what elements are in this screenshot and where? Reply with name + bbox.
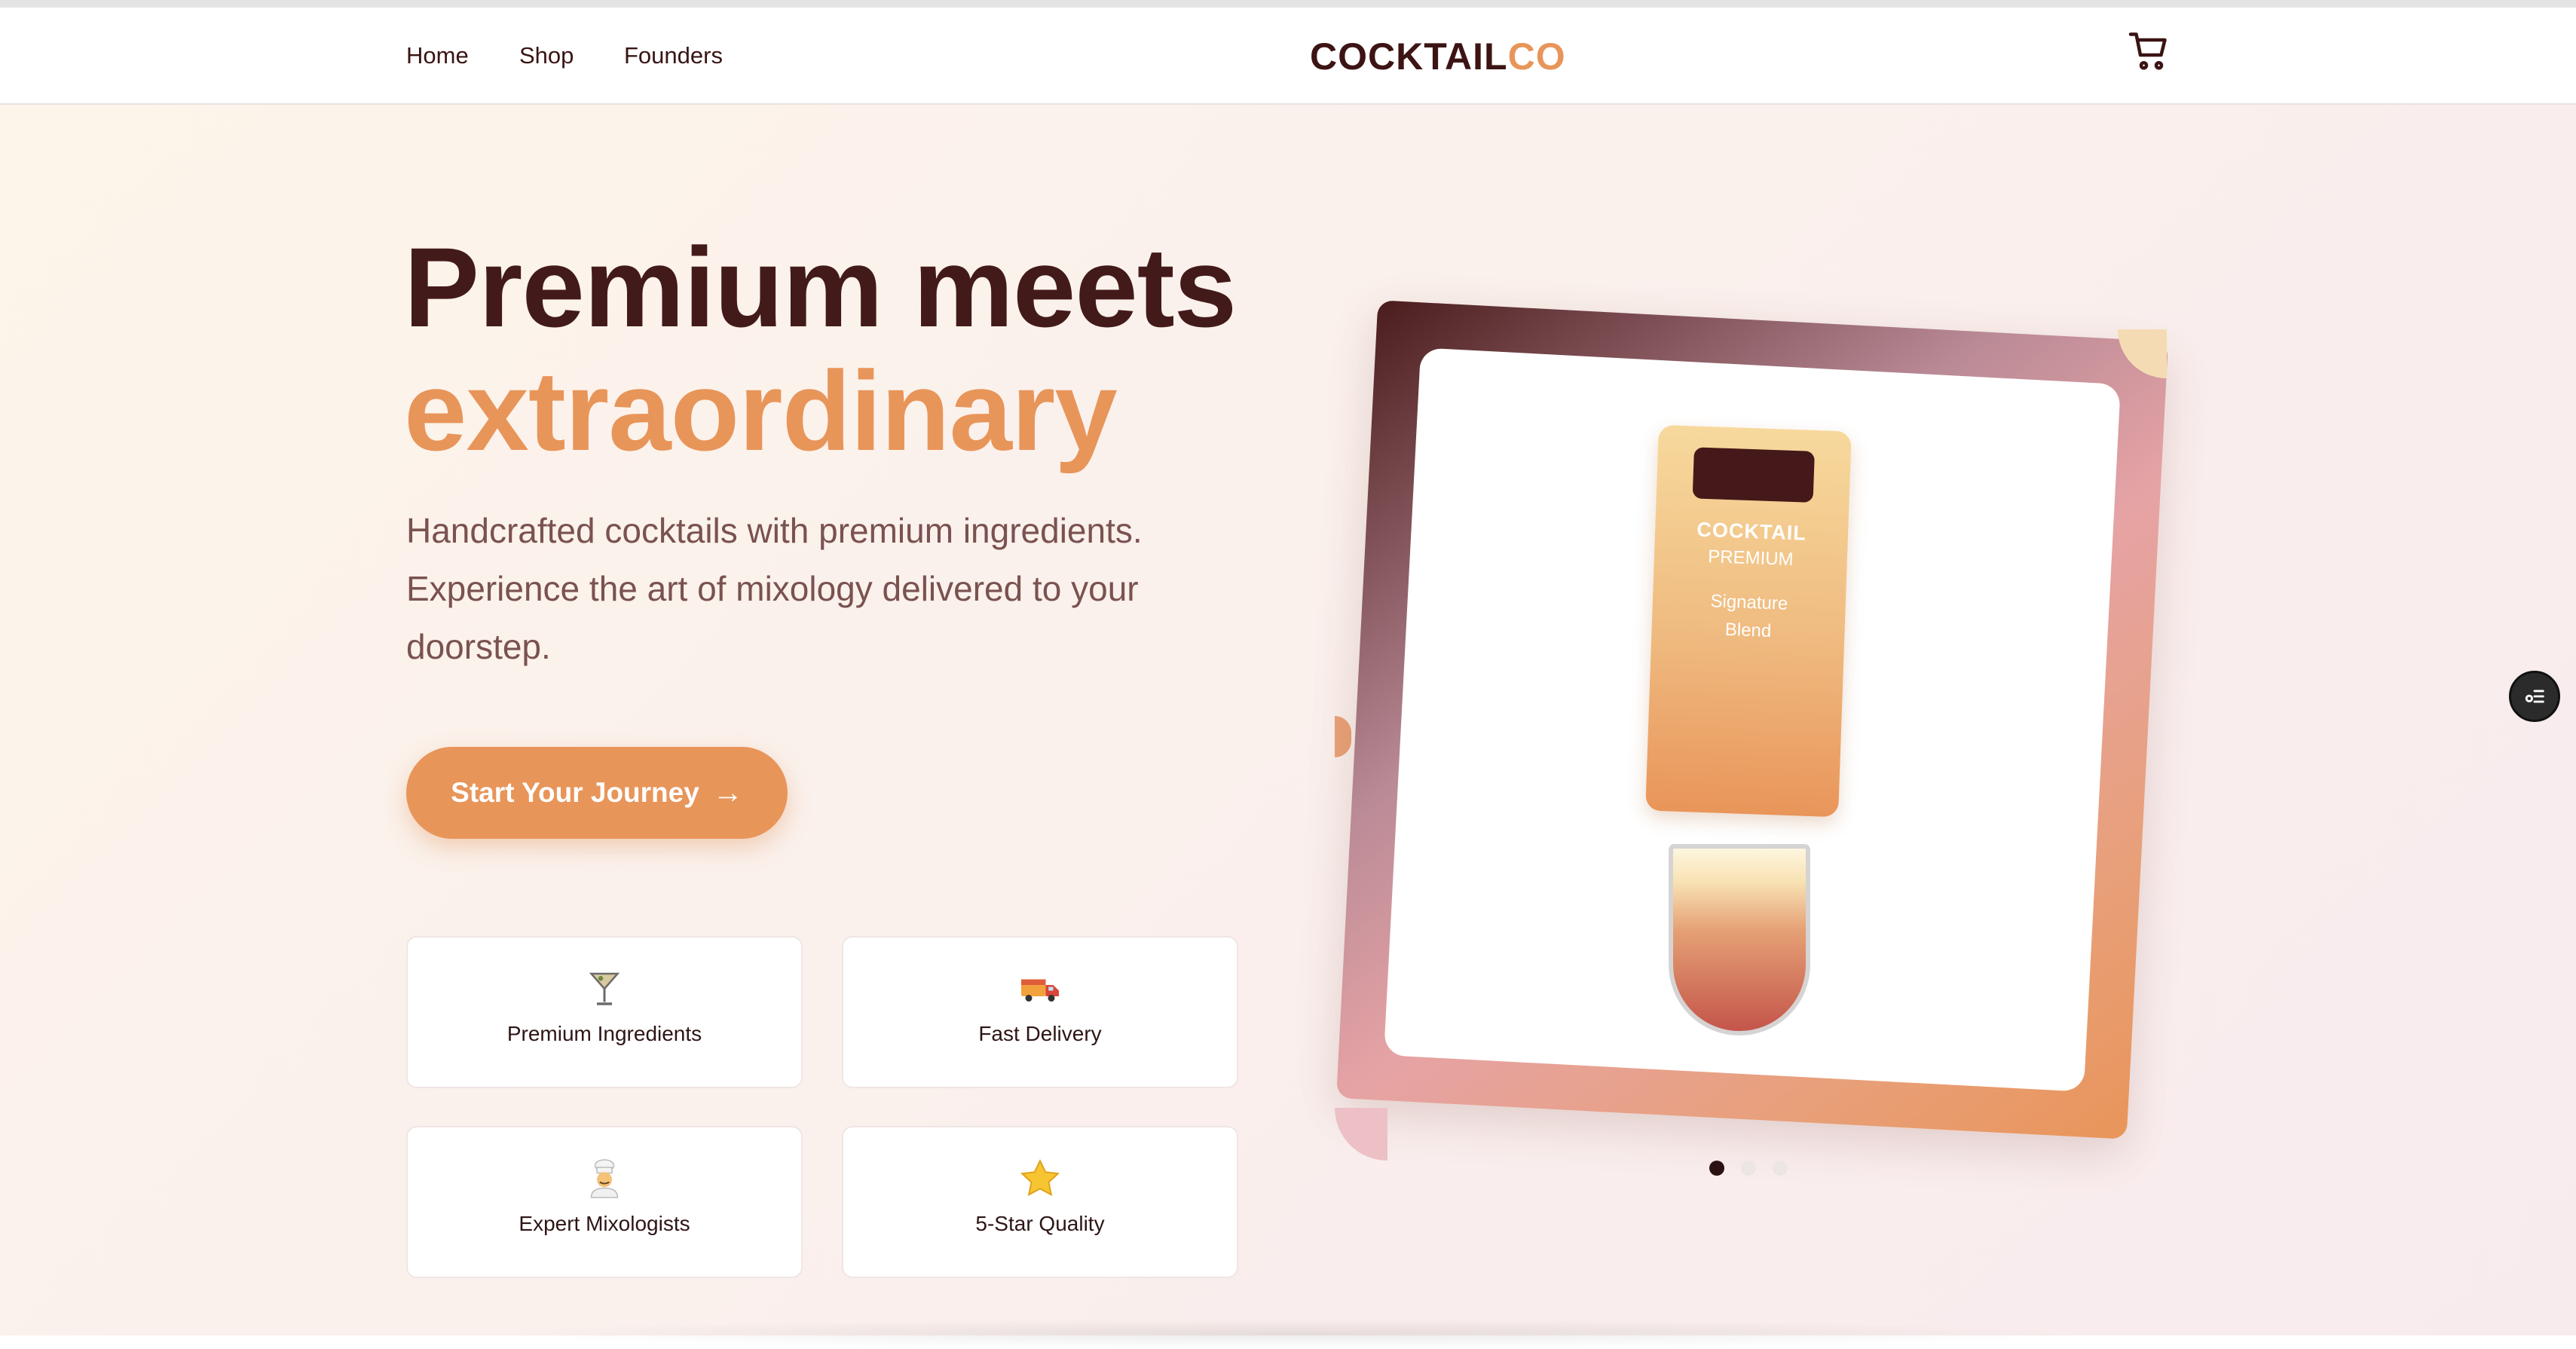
carousel-dots [1709,1161,1788,1177]
bottle-cap [1692,447,1815,503]
feature-card-five-star-quality: 5-Star Quality [842,1126,1238,1278]
logo-accent-text: CO [1507,35,1566,78]
cocktail-glass-illustration [1669,844,1810,1035]
feature-card-premium-ingredients: Premium Ingredients [406,936,803,1088]
bottle-label-subtitle: PREMIUM [1707,546,1794,570]
carousel-dot-1[interactable] [1709,1161,1724,1176]
hero-subtext: Handcrafted cocktails with premium ingre… [406,511,1143,666]
brand-logo[interactable]: COCKTAILCO [1310,35,1566,78]
headline-line-2: extraordinary [404,347,1118,474]
arrow-right-icon: → [712,775,743,809]
cta-label: Start Your Journey [451,777,699,808]
list-settings-icon [2525,690,2544,703]
start-journey-button[interactable]: Start Your Journey → [406,747,788,839]
bottle-label-description: Signature Blend [1651,586,1846,648]
top-navbar: Home Shop Founders COCKTAILCO [0,8,2576,105]
delivery-truck-icon [843,966,1237,1011]
bottle-label-title: COCKTAIL [1696,518,1807,545]
bottle-line-2: Blend [1724,619,1772,642]
floating-menu-button[interactable] [2509,671,2560,722]
nav-link-home[interactable]: Home [406,42,469,69]
cocktail-bottle-illustration: COCKTAIL PREMIUM Signature Blend [1645,424,1852,818]
bottle-line-1: Signature [1710,591,1788,614]
feature-label: Fast Delivery [978,1022,1102,1045]
feature-label: 5-Star Quality [975,1212,1105,1235]
hero-headline: Premium meets extraordinary [404,224,1237,474]
logo-main-text: COCKTAIL [1310,35,1508,78]
star-icon [843,1156,1237,1201]
headline-line-1: Premium meets [404,224,1237,350]
nav-link-founders[interactable]: Founders [624,42,723,69]
carousel-dot-3[interactable] [1773,1161,1788,1176]
feature-label: Premium Ingredients [506,1022,702,1045]
carousel-dot-2[interactable] [1741,1161,1756,1176]
bottom-section-shadow [482,1319,2103,1349]
nav-link-shop[interactable]: Shop [519,42,574,69]
chef-icon [408,1156,801,1201]
feature-card-fast-delivery: Fast Delivery [842,936,1238,1088]
browser-top-edge [0,0,2576,8]
feature-card-expert-mixologists: Expert Mixologists [406,1126,803,1278]
feature-label: Expert Mixologists [519,1212,690,1235]
shopping-cart-icon [2128,32,2167,70]
cart-button[interactable] [2127,29,2172,74]
cocktail-glass-icon [408,966,801,1011]
hero-section: Premium meets extraordinary Handcrafted … [0,105,2576,1335]
